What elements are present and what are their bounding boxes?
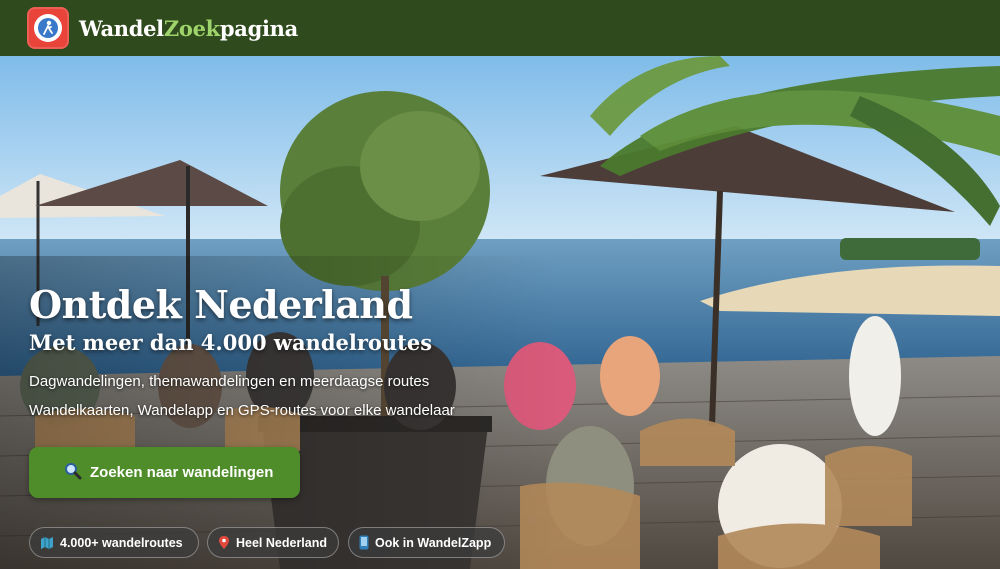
badge-wandelzapp: Ook in WandelZapp	[348, 527, 505, 558]
search-walks-button[interactable]: Zoeken naar wandelingen	[29, 447, 300, 498]
hero-subtitle: Met meer dan 4.000 wandelroutes	[29, 330, 433, 355]
badge-all-netherlands-label: Heel Nederland	[236, 535, 328, 550]
badge-routes-count: 4.000+ wandelroutes	[29, 527, 199, 558]
walker-icon	[34, 14, 62, 42]
search-icon	[64, 462, 82, 484]
badge-routes-count-label: 4.000+ wandelroutes	[60, 535, 183, 550]
phone-icon	[359, 535, 369, 550]
brand-part-1: Wandel	[79, 15, 164, 41]
search-walks-label: Zoeken naar wandelingen	[90, 464, 274, 481]
pin-icon	[218, 535, 230, 550]
brand-part-2: Zoek	[163, 15, 220, 41]
hero-description-line-1: Dagwandelingen, themawandelingen en meer…	[29, 373, 430, 390]
hero-description-line-2: Wandelkaarten, Wandelapp en GPS-routes v…	[29, 402, 455, 419]
badge-wandelzapp-label: Ook in WandelZapp	[375, 535, 492, 550]
badge-all-netherlands: Heel Nederland	[207, 527, 339, 558]
brand-part-3: pagina	[219, 15, 298, 41]
hero-title: Ontdek Nederland	[29, 282, 413, 327]
brand-name[interactable]: WandelZoekpagina	[79, 16, 298, 41]
logo[interactable]	[27, 7, 69, 49]
map-icon	[40, 536, 54, 550]
hero-banner: Ontdek Nederland Met meer dan 4.000 wand…	[0, 56, 1000, 569]
site-header: WandelZoekpagina	[0, 0, 1000, 56]
